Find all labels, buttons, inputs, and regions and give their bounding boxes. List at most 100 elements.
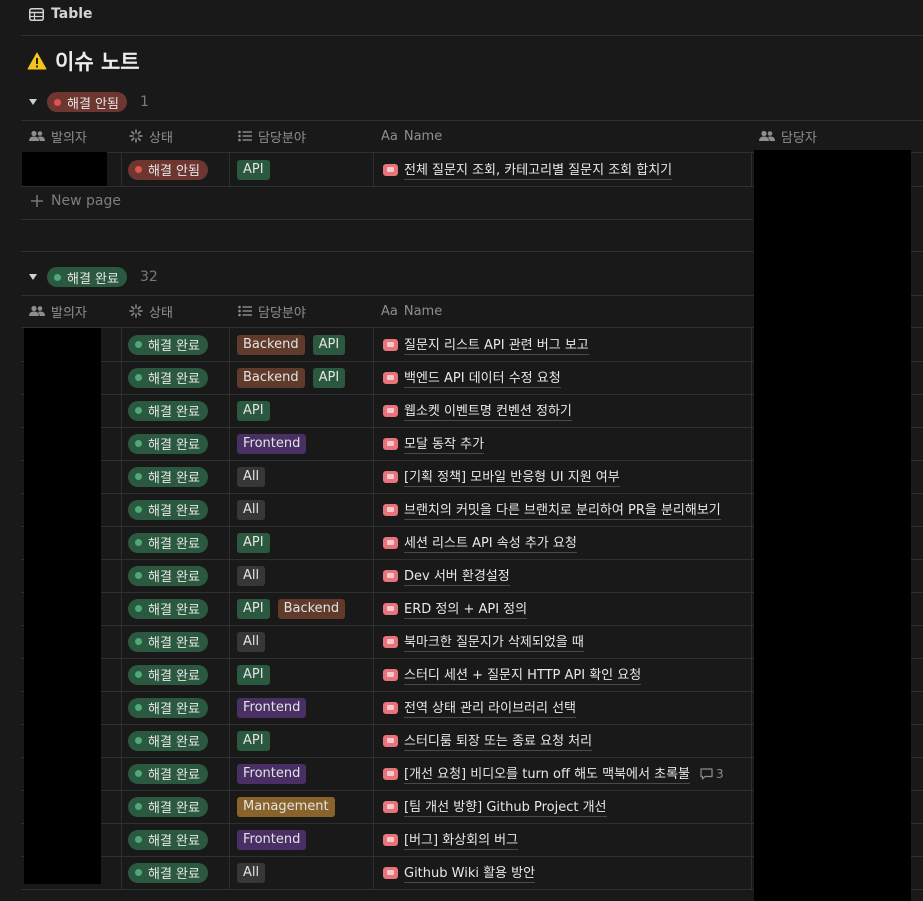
- name-cell[interactable]: 북마크한 질문지가 삭제되었을 때: [383, 625, 584, 658]
- name-cell[interactable]: ERD 정의 + API 정의: [383, 592, 528, 625]
- row-title[interactable]: 북마크한 질문지가 삭제되었을 때: [404, 631, 584, 652]
- status-cell[interactable]: 해결 완료: [128, 526, 208, 559]
- new-page-button[interactable]: New page: [31, 193, 121, 209]
- table-row[interactable]: 해결 완료 All Github Wiki 활용 방안: [21, 856, 752, 889]
- name-cell[interactable]: 백엔드 API 데이터 수정 요청: [383, 361, 561, 394]
- row-title[interactable]: 스터디 세션 + 질문지 HTTP API 확인 요청: [404, 664, 642, 685]
- collapse-caret-icon[interactable]: [29, 274, 37, 280]
- table-row[interactable]: 해결 완료 Backend API 질문지 리스트 API 관련 버그 보고: [21, 328, 752, 361]
- name-cell[interactable]: 웹소켓 이벤트명 컨벤션 정하기: [383, 394, 572, 427]
- area-cell[interactable]: All: [237, 493, 273, 526]
- status-cell[interactable]: 해결 완료: [128, 427, 208, 460]
- name-cell[interactable]: 질문지 리스트 API 관련 버그 보고: [383, 328, 589, 361]
- area-cell[interactable]: Frontend: [237, 691, 314, 724]
- status-cell[interactable]: 해결 완료: [128, 691, 208, 724]
- area-cell[interactable]: All: [237, 460, 273, 493]
- name-cell[interactable]: [버그] 화상회의 버그: [383, 823, 519, 856]
- status-cell[interactable]: 해결 완료: [128, 724, 208, 757]
- comment-count[interactable]: 3: [700, 767, 724, 781]
- status-cell[interactable]: 해결 완료: [128, 856, 208, 889]
- name-cell[interactable]: 세션 리스트 API 속성 추가 요청: [383, 526, 577, 559]
- row-title[interactable]: Dev 서버 환경설정: [404, 565, 510, 586]
- area-cell[interactable]: Management: [237, 790, 343, 823]
- row-title[interactable]: 전역 상태 관리 라이브러리 선택: [404, 697, 577, 718]
- table-row[interactable]: 해결 완료 Frontend 전역 상태 관리 라이브러리 선택: [21, 691, 752, 724]
- column-header-reporter[interactable]: 발의자: [29, 120, 87, 152]
- area-cell[interactable]: API: [237, 394, 278, 427]
- table-row[interactable]: 해결 완료 All [기획 정책] 모바일 반응형 UI 지원 여부: [21, 460, 752, 493]
- area-cell[interactable]: Backend API: [237, 328, 353, 361]
- column-header-reporter[interactable]: 발의자: [29, 295, 87, 327]
- table-row[interactable]: 해결 완료 API 스터디 세션 + 질문지 HTTP API 확인 요청: [21, 658, 752, 691]
- name-cell[interactable]: 브랜치의 커밋을 다른 브랜치로 분리하여 PR을 분리해보기: [383, 493, 721, 526]
- name-cell[interactable]: 전역 상태 관리 라이브러리 선택: [383, 691, 577, 724]
- group-header-unresolved[interactable]: 해결 안됨 1: [29, 90, 149, 114]
- name-cell[interactable]: 스터디룸 퇴장 또는 종료 요청 처리: [383, 724, 593, 757]
- area-cell[interactable]: All: [237, 856, 273, 889]
- row-title[interactable]: [개선 요청] 비디오를 turn off 해도 맥북에서 초록불: [404, 763, 690, 784]
- area-cell[interactable]: API Backend: [237, 592, 353, 625]
- group-header-resolved[interactable]: 해결 완료 32: [29, 265, 158, 289]
- table-row[interactable]: 해결 완료 All Dev 서버 환경설정: [21, 559, 752, 592]
- column-header-name[interactable]: Aa Name: [381, 120, 442, 152]
- status-cell[interactable]: 해결 완료: [128, 559, 208, 592]
- area-cell[interactable]: All: [237, 559, 273, 592]
- table-row[interactable]: 해결 완료 All 북마크한 질문지가 삭제되었을 때: [21, 625, 752, 658]
- row-title[interactable]: Github Wiki 활용 방안: [404, 862, 536, 883]
- area-cell[interactable]: Backend API: [237, 361, 353, 394]
- column-header-area[interactable]: 담당분야: [238, 295, 306, 327]
- status-cell[interactable]: 해결 완료: [128, 361, 208, 394]
- area-cell[interactable]: All: [237, 625, 273, 658]
- area-cell[interactable]: API: [237, 526, 278, 559]
- status-cell[interactable]: 해결 완료: [128, 757, 208, 790]
- name-cell[interactable]: 모달 동작 추가: [383, 427, 485, 460]
- row-title[interactable]: 웹소켓 이벤트명 컨벤션 정하기: [404, 400, 572, 421]
- row-title[interactable]: 브랜치의 커밋을 다른 브랜치로 분리하여 PR을 분리해보기: [404, 499, 721, 520]
- table-row[interactable]: 해결 완료 Frontend [개선 요청] 비디오를 turn off 해도 맥북…: [21, 757, 752, 790]
- table-row[interactable]: 해결 안됨 API 전체 질문지 조회, 카테고리별 질문지 조회 합치기: [21, 153, 752, 186]
- row-title[interactable]: [기획 정책] 모바일 반응형 UI 지원 여부: [404, 466, 620, 487]
- name-cell[interactable]: Dev 서버 환경설정: [383, 559, 510, 592]
- row-title[interactable]: 세션 리스트 API 속성 추가 요청: [404, 532, 577, 553]
- status-cell[interactable]: 해결 안됨: [128, 153, 208, 186]
- column-header-status[interactable]: 상태: [129, 295, 173, 327]
- row-title[interactable]: [팀 개선 방향] Github Project 개선: [404, 796, 607, 817]
- column-header-status[interactable]: 상태: [129, 120, 173, 152]
- name-cell[interactable]: [기획 정책] 모바일 반응형 UI 지원 여부: [383, 460, 620, 493]
- status-cell[interactable]: 해결 완료: [128, 394, 208, 427]
- status-cell[interactable]: 해결 완료: [128, 658, 208, 691]
- status-cell[interactable]: 해결 완료: [128, 625, 208, 658]
- table-row[interactable]: 해결 완료 API 스터디룸 퇴장 또는 종료 요청 처리: [21, 724, 752, 757]
- table-row[interactable]: 해결 완료 Frontend [버그] 화상회의 버그: [21, 823, 752, 856]
- area-cell[interactable]: Frontend: [237, 427, 314, 460]
- table-row[interactable]: 해결 완료 API 웹소켓 이벤트명 컨벤션 정하기: [21, 394, 752, 427]
- status-cell[interactable]: 해결 완료: [128, 823, 208, 856]
- table-row[interactable]: 해결 완료 API 세션 리스트 API 속성 추가 요청: [21, 526, 752, 559]
- page-title[interactable]: 이슈 노트: [27, 46, 140, 76]
- row-title[interactable]: 질문지 리스트 API 관련 버그 보고: [404, 334, 589, 355]
- area-cell[interactable]: API: [237, 724, 278, 757]
- table-row[interactable]: 해결 완료 Backend API 백엔드 API 데이터 수정 요청: [21, 361, 752, 394]
- name-cell[interactable]: [개선 요청] 비디오를 turn off 해도 맥북에서 초록불 3: [383, 757, 724, 790]
- row-title[interactable]: 모달 동작 추가: [404, 433, 485, 454]
- column-header-area[interactable]: 담당분야: [238, 120, 306, 152]
- column-header-assignee[interactable]: 담당자: [759, 120, 817, 152]
- area-cell[interactable]: Frontend: [237, 823, 314, 856]
- row-title[interactable]: 스터디룸 퇴장 또는 종료 요청 처리: [404, 730, 593, 751]
- status-cell[interactable]: 해결 완료: [128, 493, 208, 526]
- row-title[interactable]: 전체 질문지 조회, 카테고리별 질문지 조회 합치기: [404, 159, 673, 180]
- area-cell[interactable]: Frontend: [237, 757, 314, 790]
- row-title[interactable]: ERD 정의 + API 정의: [404, 598, 528, 619]
- name-cell[interactable]: 스터디 세션 + 질문지 HTTP API 확인 요청: [383, 658, 642, 691]
- table-row[interactable]: 해결 완료 All 브랜치의 커밋을 다른 브랜치로 분리하여 PR을 분리해보기: [21, 493, 752, 526]
- area-cell[interactable]: API: [237, 153, 278, 186]
- row-title[interactable]: [버그] 화상회의 버그: [404, 829, 519, 850]
- status-cell[interactable]: 해결 완료: [128, 790, 208, 823]
- status-cell[interactable]: 해결 완료: [128, 592, 208, 625]
- table-row[interactable]: 해결 완료 Management [팀 개선 방향] Github Project …: [21, 790, 752, 823]
- table-row[interactable]: 해결 완료 API Backend ERD 정의 + API 정의: [21, 592, 752, 625]
- view-tab-table[interactable]: Table: [29, 6, 93, 22]
- column-header-name[interactable]: Aa Name: [381, 295, 442, 327]
- name-cell[interactable]: 전체 질문지 조회, 카테고리별 질문지 조회 합치기: [383, 153, 673, 186]
- table-row[interactable]: 해결 완료 Frontend 모달 동작 추가: [21, 427, 752, 460]
